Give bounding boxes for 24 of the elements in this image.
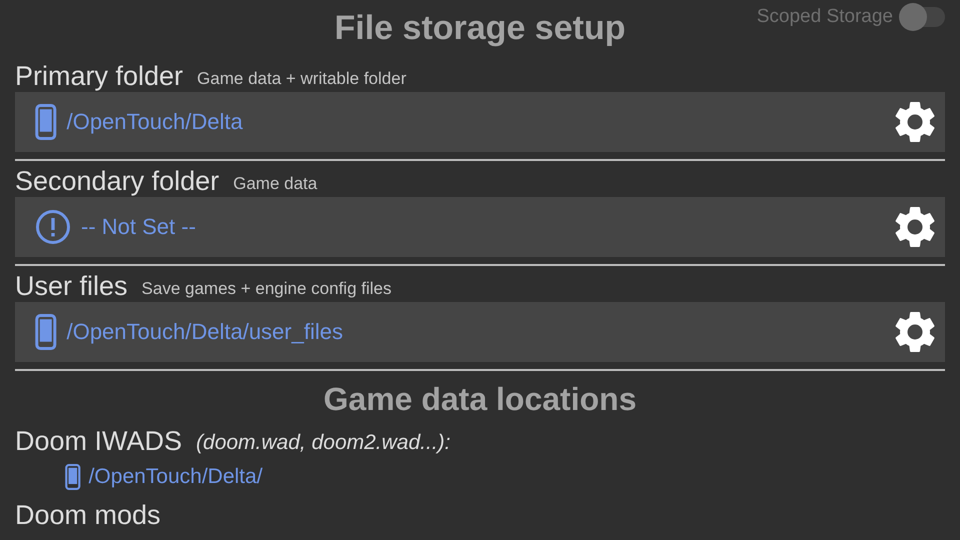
- folder-path: /OpenTouch/Delta/user_files: [66, 319, 344, 345]
- folder-label: User files: [15, 271, 128, 302]
- folder-hint: Save games + engine config files: [142, 279, 392, 300]
- folder-row[interactable]: -- Not Set --: [15, 197, 945, 257]
- location-label: Doom mods: [15, 500, 161, 531]
- toggle-label: Scoped Storage: [756, 6, 893, 28]
- section-heading: Game data locations: [322, 380, 638, 419]
- page-title: File storage setup: [334, 8, 626, 48]
- location-path[interactable]: /OpenTouch/Delta/: [88, 465, 945, 489]
- phone-icon: [65, 464, 81, 490]
- folder-row[interactable]: /OpenTouch/Delta: [15, 92, 945, 152]
- alert-icon: [35, 209, 71, 245]
- folder-label: Secondary folder: [15, 166, 220, 197]
- scoped-storage-toggle[interactable]: [899, 6, 945, 28]
- location-hint: (doom.wad, doom2.wad...):: [196, 431, 450, 456]
- folder-hint: Game data + writable folder: [197, 69, 406, 90]
- phone-icon: [35, 104, 57, 140]
- folder-hint: Game data: [233, 174, 318, 195]
- folder-path: /OpenTouch/Delta: [66, 109, 244, 135]
- phone-icon: [35, 314, 57, 350]
- folder-row[interactable]: /OpenTouch/Delta/user_files: [15, 302, 945, 362]
- folder-path: -- Not Set --: [81, 214, 197, 240]
- location-label: Doom IWADS: [15, 426, 182, 457]
- folder-label: Primary folder: [15, 61, 184, 92]
